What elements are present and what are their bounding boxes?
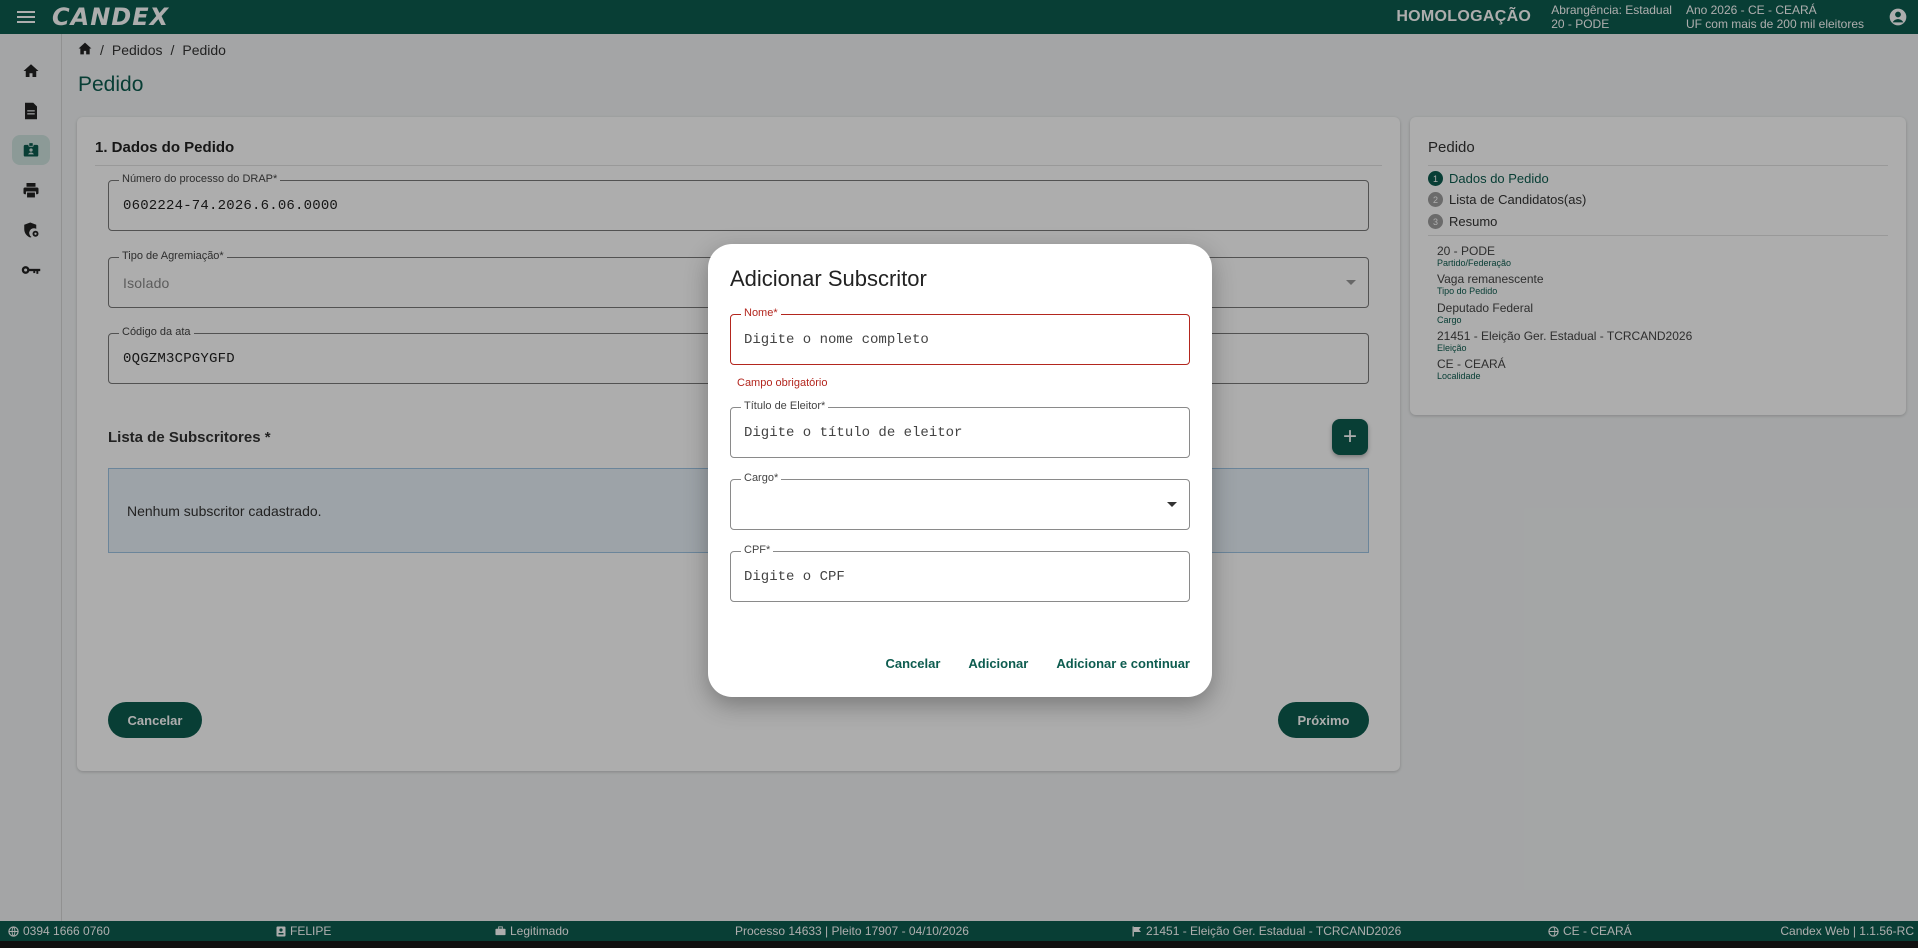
voter-title-field[interactable]: Título de Eleitor*: [730, 400, 1190, 458]
dialog-add-continue-button[interactable]: Adicionar e continuar: [1056, 656, 1190, 671]
dialog-add-button[interactable]: Adicionar: [968, 656, 1028, 671]
name-input[interactable]: [744, 315, 1164, 364]
add-subscriber-dialog: Adicionar Subscritor Nome* Campo obrigat…: [708, 244, 1212, 697]
cpf-field[interactable]: CPF*: [730, 544, 1190, 602]
name-field[interactable]: Nome*: [730, 307, 1190, 365]
cargo-label: Cargo*: [741, 472, 782, 484]
name-error-text: Campo obrigatório: [737, 377, 828, 389]
cpf-input[interactable]: [744, 552, 1164, 601]
cargo-select[interactable]: Cargo*: [730, 472, 1190, 530]
dialog-cancel-button[interactable]: Cancelar: [885, 656, 940, 671]
dialog-actions: Cancelar Adicionar Adicionar e continuar: [885, 656, 1190, 671]
voter-title-input[interactable]: [744, 408, 1164, 457]
chevron-down-icon[interactable]: [1167, 502, 1177, 507]
dialog-title: Adicionar Subscritor: [730, 266, 927, 291]
